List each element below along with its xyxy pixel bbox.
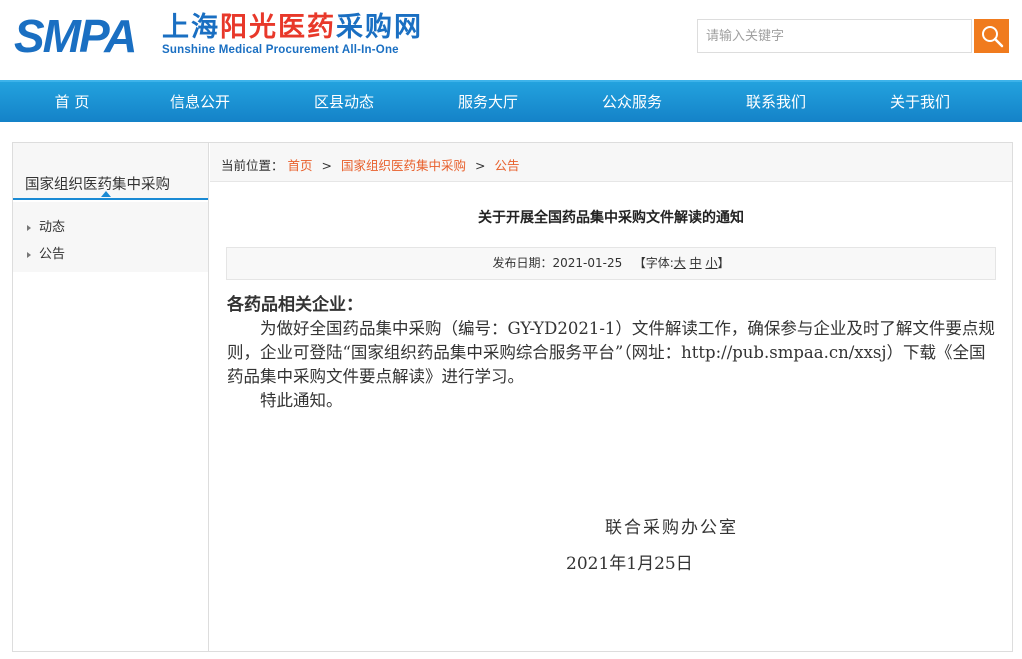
site-header: SMPA 上海阳光医药采购网 Sunshine Medical Procurem… — [0, 0, 1022, 80]
nav-item-district-news[interactable]: 区县动态 — [272, 82, 416, 122]
main-nav: 首 页 信息公开 区县动态 服务大厅 公众服务 联系我们 关于我们 — [0, 80, 1022, 122]
breadcrumb-separator: > — [474, 158, 486, 173]
font-size-medium[interactable]: 中 — [690, 256, 702, 270]
nav-item-public-service[interactable]: 公众服务 — [560, 82, 704, 122]
font-size-small[interactable]: 小 — [705, 256, 717, 270]
article-body: 各药品相关企业： 为做好全国药品集中采购（编号：GY-YD2021-1）文件解读… — [227, 293, 997, 413]
breadcrumb-category[interactable]: 国家组织医药集中采购 — [341, 158, 466, 173]
nav-item-contact[interactable]: 联系我们 — [704, 82, 848, 122]
article-salutation: 各药品相关企业： — [227, 295, 363, 315]
article-title: 关于开展全国药品集中采购文件解读的通知 — [478, 210, 744, 226]
font-size-large[interactable]: 大 — [674, 256, 686, 270]
sidebar-list: 动态 公告 — [13, 202, 208, 272]
search-input[interactable] — [697, 19, 972, 53]
main-content: 当前位置： 首页 > 国家组织医药集中采购 > 公告 关于开展全国药品集中采购文… — [210, 143, 1012, 651]
search-icon — [982, 26, 1004, 48]
article-date: 2021年1月25日 — [566, 554, 693, 574]
bullet-icon — [27, 251, 31, 258]
article-signature: 联合采购办公室 — [605, 518, 738, 538]
search-button[interactable] — [974, 19, 1009, 53]
bullet-icon — [27, 224, 31, 231]
sidebar-header: 国家组织医药集中采购 — [13, 143, 208, 200]
logo-mark: SMPA — [14, 10, 137, 62]
logo-cn-part-1: 上海 — [162, 12, 220, 43]
breadcrumb-label: 当前位置： — [221, 158, 284, 173]
sidebar-item-label: 公告 — [39, 247, 66, 262]
nav-item-info-public[interactable]: 信息公开 — [128, 82, 272, 122]
breadcrumb-bar: 当前位置： 首页 > 国家组织医药集中采购 > 公告 — [210, 143, 1012, 182]
breadcrumb: 当前位置： 首页 > 国家组织医药集中采购 > 公告 — [221, 155, 519, 174]
site-logo[interactable]: SMPA 上海阳光医药采购网 Sunshine Medical Procurem… — [14, 10, 434, 62]
nav-item-home[interactable]: 首 页 — [0, 82, 144, 122]
article-meta: 发布日期：2021-01-25 【字体:大 中 小】 — [226, 247, 996, 280]
nav-item-about[interactable]: 关于我们 — [848, 82, 992, 122]
sidebar-item-announcements[interactable]: 公告 — [27, 243, 65, 262]
sidebar-item-news[interactable]: 动态 — [27, 216, 65, 235]
logo-cn-part-2: 阳光医药 — [220, 12, 336, 43]
publish-date: 发布日期：2021-01-25 — [492, 256, 623, 270]
sidebar-item-label: 动态 — [39, 220, 66, 235]
breadcrumb-current[interactable]: 公告 — [494, 158, 519, 173]
font-size-label-end: 】 — [717, 256, 730, 270]
nav-item-service-hall[interactable]: 服务大厅 — [416, 82, 560, 122]
article-closing: 特此通知。 — [260, 391, 343, 410]
sidebar-title: 国家组织医药集中采购 — [25, 177, 170, 193]
article-paragraph: 为做好全国药品集中采购（编号：GY-YD2021-1）文件解读工作，确保参与企业… — [227, 319, 995, 386]
breadcrumb-home[interactable]: 首页 — [288, 158, 313, 173]
logo-english-name: Sunshine Medical Procurement All-In-One — [162, 44, 399, 56]
sidebar-pointer — [101, 191, 111, 197]
logo-cn-part-3: 采购网 — [336, 12, 423, 43]
breadcrumb-separator: > — [321, 158, 332, 173]
sidebar: 国家组织医药集中采购 动态 公告 — [13, 143, 209, 651]
font-size-label: 【字体: — [633, 256, 674, 270]
content-frame: 国家组织医药集中采购 动态 公告 当前位置： 首页 > 国家组织医药集中采购 >… — [12, 142, 1013, 652]
logo-chinese-name: 上海阳光医药采购网 — [162, 12, 423, 44]
